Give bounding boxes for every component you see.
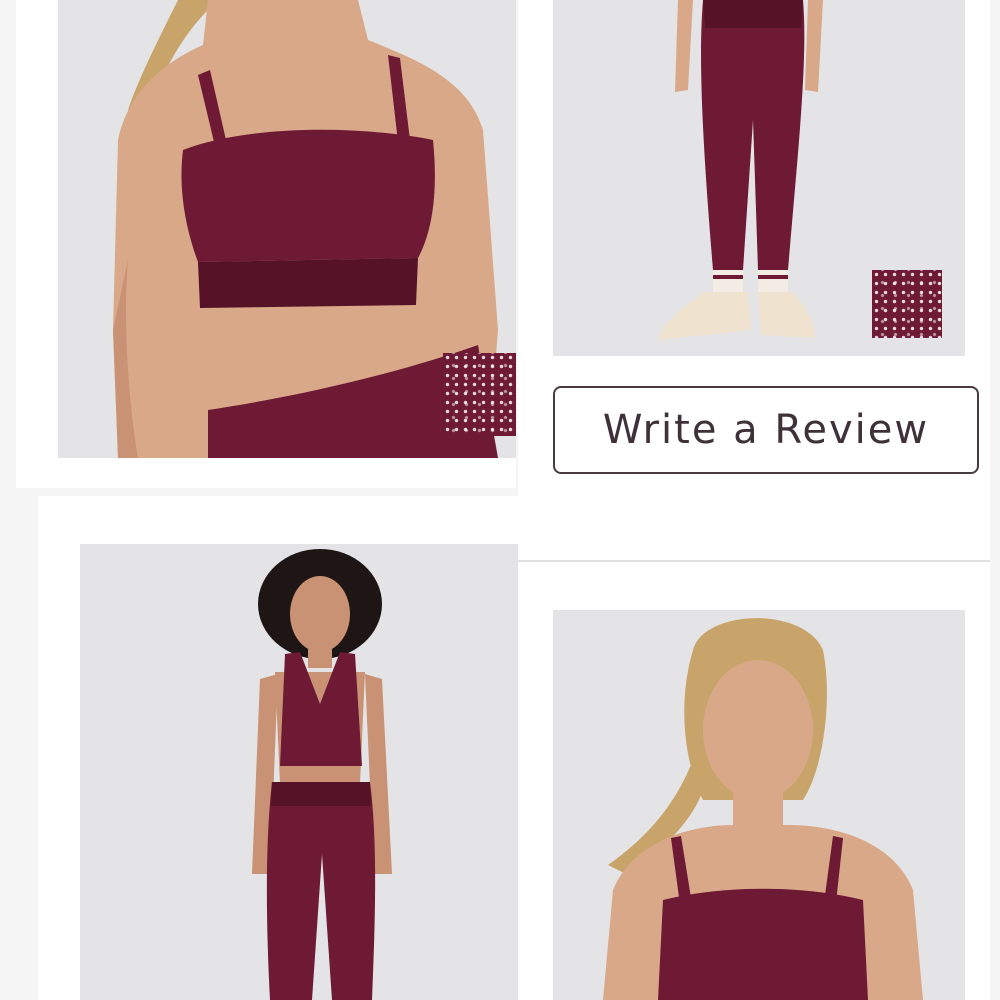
leggings-full-length-photo[interactable] [553, 0, 965, 356]
fabric-swatch-image [443, 353, 516, 436]
gallery-card-leggings: Write a Review [518, 0, 990, 560]
gallery-card-bra-portrait [518, 562, 990, 1000]
write-review-button[interactable]: Write a Review [553, 386, 979, 474]
gallery-card-bra-closeup [16, 0, 516, 488]
model-illustration [252, 549, 392, 1000]
sports-bra-portrait-photo[interactable] [553, 610, 965, 1000]
sports-bra-front-closeup-photo[interactable] [58, 0, 516, 458]
set-full-body-photo[interactable] [80, 544, 518, 1000]
gallery-card-set-full-body [38, 496, 518, 1000]
fabric-swatch-image [872, 270, 942, 338]
model-illustration [603, 618, 923, 1000]
